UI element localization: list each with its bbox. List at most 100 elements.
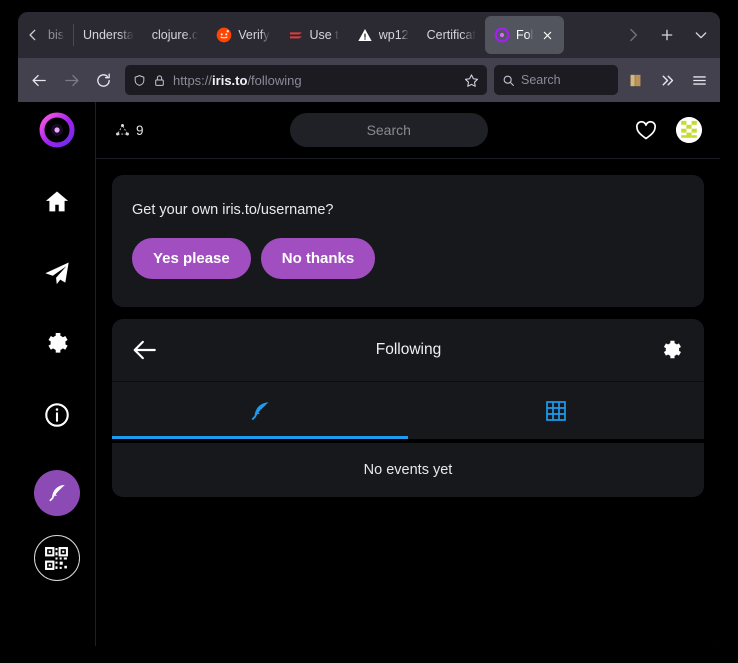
browser-window: bis Understa clojure.c Verify Use t wp12… bbox=[18, 12, 720, 646]
plus-icon bbox=[661, 29, 673, 41]
search-icon bbox=[502, 74, 515, 87]
tab-title: Understa bbox=[82, 28, 134, 42]
empty-feed-message: No events yet bbox=[112, 443, 704, 497]
browser-tab[interactable]: Understa bbox=[74, 16, 143, 54]
tab-scroll-right-button[interactable] bbox=[616, 15, 650, 55]
arrow-right-icon bbox=[64, 74, 79, 86]
feather-icon bbox=[251, 401, 269, 420]
warning-triangle-icon bbox=[358, 29, 372, 41]
notifications-button[interactable] bbox=[634, 118, 658, 142]
feather-icon bbox=[48, 484, 65, 502]
chevron-right-icon bbox=[630, 28, 638, 42]
feed-header: Following bbox=[112, 319, 704, 381]
tab-title: wp12 bbox=[378, 28, 409, 42]
tab-title: Verify bbox=[238, 28, 270, 42]
browser-tab-active[interactable]: Fol bbox=[484, 16, 565, 54]
feed-tab-media[interactable] bbox=[408, 382, 704, 439]
magnifier-glyph bbox=[503, 75, 514, 86]
url-path: /following bbox=[247, 72, 302, 88]
promo-buttons: Yes please No thanks bbox=[132, 238, 684, 279]
following-feed-card: Following bbox=[112, 319, 704, 439]
back-button[interactable] bbox=[24, 65, 54, 95]
relay-status[interactable]: 9 bbox=[114, 122, 144, 139]
browser-tab[interactable]: bis bbox=[46, 16, 73, 54]
tab-strip-controls bbox=[616, 15, 718, 55]
shield-glyph bbox=[134, 74, 145, 86]
app-header-actions bbox=[634, 117, 702, 143]
tab-scroll-left-button[interactable] bbox=[20, 12, 46, 58]
iris-logo-icon[interactable] bbox=[37, 110, 77, 150]
feed-title: Following bbox=[375, 341, 442, 358]
grid-icon bbox=[546, 400, 566, 421]
padlock-glyph bbox=[155, 74, 164, 86]
double-chevron-right-icon bbox=[662, 75, 673, 85]
tab-title: bis bbox=[48, 28, 64, 42]
browser-tab[interactable]: clojure.c bbox=[143, 16, 208, 54]
browser-search-placeholder: Search bbox=[521, 73, 561, 87]
reddit-icon bbox=[216, 27, 232, 43]
feed-tab-posts[interactable] bbox=[112, 382, 408, 439]
feed-back-button[interactable] bbox=[132, 337, 158, 363]
url-bar[interactable]: https://iris.to/following bbox=[125, 65, 487, 95]
browser-search-bar[interactable]: Search bbox=[494, 65, 618, 95]
reload-icon bbox=[96, 72, 110, 87]
forward-button[interactable] bbox=[56, 65, 86, 95]
avatar[interactable] bbox=[675, 117, 702, 143]
new-tab-button[interactable] bbox=[650, 15, 684, 55]
browser-toolbar: https://iris.to/following Search bbox=[18, 58, 720, 102]
toolbar-overflow-button[interactable] bbox=[652, 65, 682, 95]
home-icon bbox=[45, 191, 68, 212]
shield-icon[interactable] bbox=[133, 73, 146, 88]
arrow-left-icon bbox=[133, 340, 156, 360]
tab-title: Fol bbox=[515, 28, 534, 42]
app-menu-button[interactable] bbox=[684, 65, 714, 95]
info-circle-icon bbox=[44, 403, 69, 427]
hamburger-menu-icon bbox=[692, 75, 706, 85]
bookmarks-icon bbox=[630, 74, 640, 86]
app-header: 9 Search bbox=[96, 102, 720, 159]
sidebar-item-settings[interactable] bbox=[31, 318, 83, 370]
tabs-track: bis Understa clojure.c Verify Use t wp12… bbox=[46, 12, 616, 58]
tab-title: clojure.c bbox=[151, 28, 199, 42]
padlock-icon[interactable] bbox=[153, 73, 166, 88]
promo-text: Get your own iris.to/username? bbox=[132, 202, 334, 218]
yes-please-button[interactable]: Yes please bbox=[132, 238, 251, 279]
url-host: iris.to bbox=[212, 72, 248, 88]
gear-icon bbox=[47, 333, 68, 353]
app-content: Get your own iris.to/username? Yes pleas… bbox=[96, 159, 720, 646]
tab-title: Use t bbox=[309, 28, 339, 42]
tab-title: Certificat bbox=[426, 28, 476, 42]
sidebar-item-messages[interactable] bbox=[31, 247, 83, 299]
star-icon bbox=[464, 73, 479, 87]
app-search-input[interactable]: Search bbox=[289, 113, 488, 147]
no-thanks-button[interactable]: No thanks bbox=[260, 238, 376, 279]
bookmarks-button[interactable] bbox=[620, 65, 650, 95]
relay-network-icon bbox=[116, 123, 129, 136]
iris-icon bbox=[494, 27, 510, 43]
browser-tab[interactable]: wp12 bbox=[348, 16, 418, 54]
browser-tab[interactable]: Verify bbox=[207, 16, 278, 54]
qr-code-button[interactable] bbox=[33, 535, 80, 581]
close-icon bbox=[543, 31, 552, 39]
qr-code-icon bbox=[45, 546, 68, 570]
bookmark-star-button[interactable] bbox=[464, 73, 479, 88]
chevron-left-icon bbox=[29, 29, 36, 41]
app-main: 9 Search Get your own iris.to/username? … bbox=[96, 102, 720, 646]
red-lines-icon bbox=[289, 32, 302, 39]
tab-strip: bis Understa clojure.c Verify Use t wp12… bbox=[18, 12, 720, 58]
feed-settings-button[interactable] bbox=[659, 338, 684, 363]
sidebar-item-about[interactable] bbox=[31, 389, 83, 441]
reload-button[interactable] bbox=[88, 65, 118, 95]
app-search-placeholder: Search bbox=[366, 122, 411, 138]
username-promo-card: Get your own iris.to/username? Yes pleas… bbox=[112, 175, 704, 307]
browser-tab[interactable]: Certificat bbox=[418, 16, 485, 54]
app-sidebar bbox=[18, 102, 96, 646]
gear-icon bbox=[663, 340, 681, 358]
tab-close-button[interactable] bbox=[539, 27, 555, 43]
compose-post-button[interactable] bbox=[33, 470, 80, 516]
sidebar-item-home[interactable] bbox=[31, 176, 83, 228]
url-text[interactable]: https://iris.to/following bbox=[173, 73, 457, 88]
relay-count: 9 bbox=[136, 122, 144, 138]
list-all-tabs-button[interactable] bbox=[684, 15, 718, 55]
browser-tab[interactable]: Use t bbox=[279, 16, 348, 54]
